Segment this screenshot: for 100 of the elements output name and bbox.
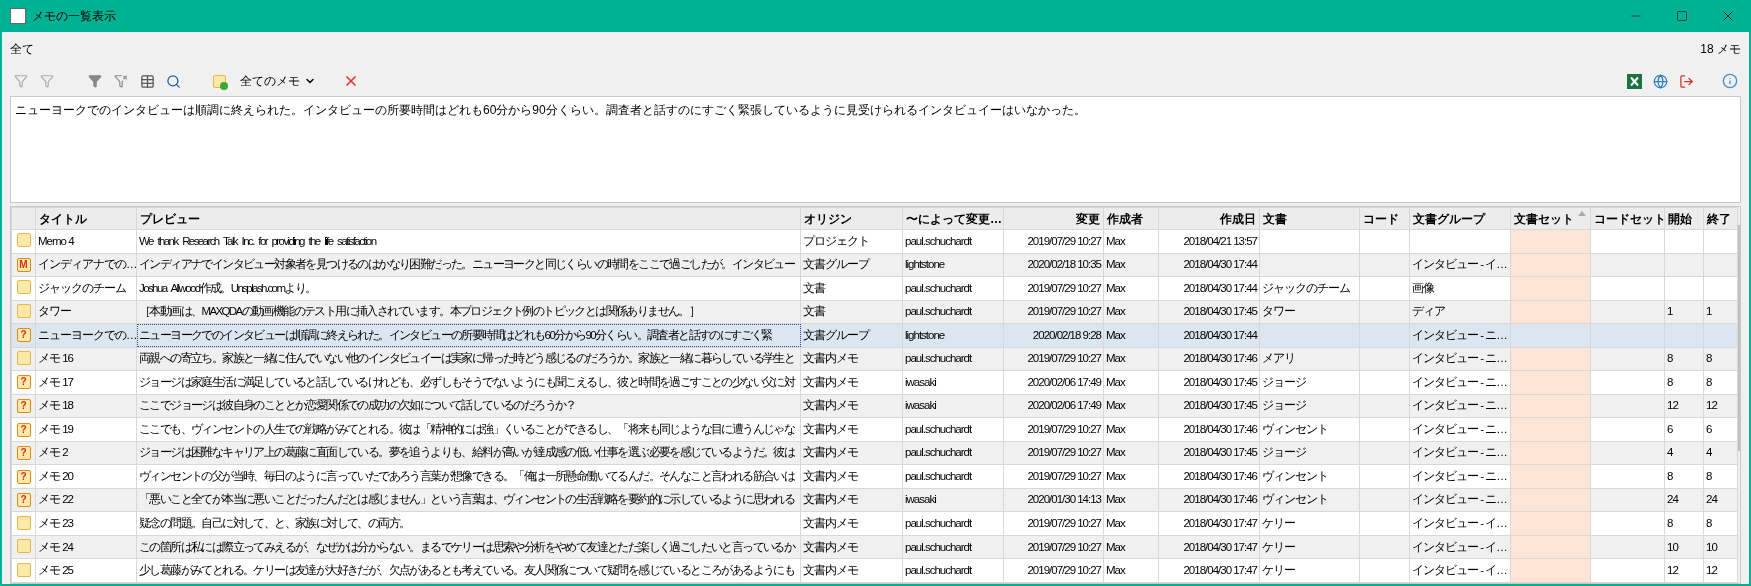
table-cell: メモ 19	[38, 422, 73, 435]
table-row[interactable]: ? メモ 20 ヴィンセントの父が当時、毎日のように言っていたであろう言葉が想像できる。「俺は一所懸命働いてるんだ。そんなこと言われる筋合いは 文書内メモ paul.schuchardt 2019/07/29 10:27 Max 2018/04/30 17:46 ヴィンセント インタビュー - ニ… 8 8	[11, 464, 1738, 489]
table-row[interactable]: M インディアナでの… インディアナでインタビュー対象者を見つけるのはかなり困難だった。ニューヨークと同じくらいの時間をここで過ごしたが。インタビュー 文書グループ lightstone 2020/02/18 10:35 Max 2018/04/30 17:44 インタビュー - イ…	[11, 253, 1738, 277]
column-header[interactable]: 文書グループ	[1409, 207, 1511, 230]
memo-icon: ?	[16, 469, 31, 484]
table-cell: メモ 22	[38, 493, 73, 506]
table-cell: paul.schuchardt	[905, 446, 972, 459]
table-cell: ジョージは困難なキャリア上の葛藤に直面している。夢を追うよりも、給料が高いが達成感の低い仕事を選ぶ必要を感じているようだ。彼は	[139, 446, 795, 459]
table-cell: lightstone	[905, 258, 945, 271]
table-cell: 2018/04/30 17:47	[1183, 540, 1257, 553]
table-row[interactable]: タワー ［本動画は、MAXQDAの動画機能のテスト用に挿入されています。本プロジェクト例のトピックとは関係ありません。］ 文書 paul.schuchardt 2019/07/29 10:27 Max 2018/04/30 17:45 タワー ディア 1 1	[11, 300, 1738, 324]
table-cell: ジョージ	[1262, 446, 1306, 459]
table-cell: ディア	[1412, 305, 1445, 318]
table-cell: 2020/02/06 17:49	[1027, 399, 1101, 412]
table-cell: paul.schuchardt	[905, 564, 972, 577]
table-cell: 少し葛藤がみてとれる。ケリーは友達が大好きだが、欠点があるとも考えている。友人関係について疑問を感じているところがあるようにも	[139, 564, 795, 577]
table-cell: 文書内メモ	[803, 517, 858, 529]
table-cell: 2019/07/29 10:27	[1027, 469, 1101, 482]
column-header[interactable]: 作成者	[1103, 207, 1159, 230]
memo-filter-dropdown[interactable]: 全てのメモ	[236, 70, 320, 92]
table-cell: メモ 25	[38, 564, 73, 577]
table-cell: 6	[1667, 422, 1673, 435]
table-cell: メモ 16	[38, 352, 73, 365]
table-cell: 文書内メモ	[803, 540, 858, 553]
table-cell: 8	[1706, 375, 1712, 388]
column-header[interactable]: 変更	[1003, 207, 1104, 230]
table-cell: 8	[1667, 352, 1673, 365]
table-row[interactable]: ジャックのチーム Joshua Allwood作成。Unsplash.comより。 文書 paul.schuchardt 2019/07/29 10:27 Max 2018/04/30 17:44 ジャックのチーム 画像	[11, 276, 1738, 301]
table-cell: 24	[1706, 493, 1717, 506]
table-cell: 文書グループ	[803, 258, 869, 271]
column-header[interactable]: 文書セット	[1510, 207, 1591, 230]
table-cell: 文書内メモ	[803, 493, 858, 506]
memo-icon: M	[16, 257, 31, 272]
table-cell: 12	[1667, 564, 1678, 577]
table-cell: メモ 23	[38, 517, 73, 529]
table-cell: インタビュー - イ…	[1412, 564, 1507, 577]
table-cell: Max	[1106, 352, 1125, 365]
table-row[interactable]: メモ 23 疑念の問題。自己に対して、と、家族に対して、の両方。 文書内メモ paul.schuchardt 2019/07/29 10:27 Max 2018/04/30 17:47 ケリー インタビュー - イ… 8 8	[11, 511, 1738, 536]
table-row[interactable]: メモ 25 少し葛藤がみてとれる。ケリーは友達が大好きだが、欠点があるとも考えている。友人関係について疑問を感じているところがあるようにも 文書内メモ paul.schuchardt 2019/07/29 10:27 Max 2018/04/30 17:47 ケリー インタビュー - イ… 12 12	[11, 558, 1738, 583]
table-cell: 2019/07/29 10:27	[1027, 446, 1101, 459]
table-row[interactable]: ? メモ 2 ジョージは困難なキャリア上の葛藤に直面している。夢を追うよりも、給料が高いが達成感の低い仕事を選ぶ必要を感じているようだ。彼は 文書内メモ paul.schuchardt 2019/07/29 10:27 Max 2018/04/30 17:45 ジョージ インタビュー - ニ… 4 4	[11, 441, 1738, 465]
table-cell: ここでも、ヴィンセントの人生での戦略がみてとれる。彼は「精神的には強」くいることができるし、「将来も同じような目に遭うんじゃな	[139, 422, 795, 435]
table-row[interactable]: ? ニューヨークでの… ニューヨークでのインタビューは順調に終えられた。インタビューの所要時間はどれも60分から90分くらい。調査者と話すのにすごく緊 文書グループ lightstone 2020/02/18 9:28 Max 2018/04/30 17:44 インタビュー - ニ…	[11, 323, 1738, 348]
table-cell: 文書内メモ	[803, 446, 858, 459]
table-row[interactable]: メモ 24 この箇所は私には際立ってみえるが、なぜかは分からない。まるでケリーは思索や分析をやめて友達とただ楽しく過ごしたいと言っているか 文書内メモ paul.schuchardt 2019/07/29 10:27 Max 2018/04/30 17:47 ケリー インタビュー - イ… 10 10	[11, 535, 1738, 559]
column-header[interactable]: 〜によって変更…	[902, 207, 1004, 230]
table-cell: インタビュー - イ…	[1412, 540, 1507, 553]
column-header[interactable]: コード	[1359, 207, 1410, 230]
table-cell: iwasaki	[905, 493, 936, 506]
column-header[interactable]: タイトル	[35, 207, 137, 230]
table-cell: インタビュー - ニ…	[1412, 375, 1507, 388]
table-cell: 12	[1706, 564, 1717, 577]
table-cell: 2019/07/29 10:27	[1027, 352, 1101, 365]
memo-text-area[interactable]: ニューヨークでのインタビューは順調に終えられた。インタビューの所要時間はどれも60分から90分くらい。調査者と話すのにすごく緊張しているように見受けられるインタビュイーはいなかった。	[10, 96, 1741, 203]
table-row[interactable]: メモ 16 両親への寄立ち。家族と一緒に住んでいない他のインタビュイーは実家に帰った時どう感じるのだろうか。家族と一緒に暮らしている学生と 文書内メモ paul.schuchardt 2019/07/29 10:27 Max 2018/04/30 17:46 メアリ インタビュー - ニ… 8 8	[11, 347, 1738, 371]
table-cell: 2018/04/30 17:46	[1183, 469, 1257, 482]
column-header[interactable]: オリジン	[800, 207, 903, 230]
table-cell: paul.schuchardt	[905, 305, 972, 318]
column-header[interactable]: プレビュー	[136, 207, 801, 230]
table-cell: 2019/07/29 10:27	[1027, 540, 1101, 553]
table-cell: iwasaki	[905, 375, 936, 388]
table-cell: 8	[1667, 375, 1673, 388]
memo-icon: ?	[16, 399, 31, 413]
table-cell: 2020/02/18 10:35	[1027, 258, 1101, 271]
table-cell: 「悪いこと全てが本当に悪いことだったんだとは感じません」という言葉は、ヴィンセントの生活戦略を要約的に示しているように思われる	[139, 493, 795, 506]
table-cell: ジャックのチーム	[38, 281, 126, 294]
table-cell: 8	[1667, 517, 1673, 529]
table-cell: Max	[1106, 493, 1125, 506]
table-cell: 6	[1706, 422, 1712, 435]
table-cell: メモ 24	[38, 540, 73, 553]
column-header[interactable]: コードセット	[1590, 207, 1665, 230]
table-cell: 2018/04/30 17:44	[1183, 281, 1257, 294]
table-cell: インタビュー - ニ…	[1412, 328, 1507, 341]
table-cell: 2018/04/30 17:46	[1183, 493, 1257, 506]
table-cell: 2018/04/30 17:44	[1183, 258, 1257, 271]
table-cell: プロジェクト	[803, 234, 869, 247]
table-cell: Joshua Allwood作成。Unsplash.comより。	[139, 281, 316, 294]
table-row[interactable]: ? メモ 18 ここでジョージは彼自身のこととか恋愛関係での成功の欠如について話しているのだろうか？ 文書内メモ iwasaki 2020/02/06 17:49 Max 2018/04/30 17:45 ジョージ インタビュー - ニ… 12 12	[11, 394, 1738, 418]
table-cell: 1	[1706, 305, 1712, 318]
table-cell: Max	[1106, 375, 1125, 388]
table-cell: メアリ	[1262, 352, 1295, 365]
table-cell: 2018/04/30 17:45	[1183, 399, 1257, 412]
column-header[interactable]: 終了	[1703, 207, 1738, 230]
table-cell: 文書内メモ	[803, 375, 858, 388]
window-title: メモの一覧表示	[32, 8, 116, 25]
table-cell: 4	[1706, 446, 1712, 459]
table-row[interactable]: ? メモ 17 ジョージは家庭生活に満足していると話しているけれども、必ずしもそうでないようにも聞こえるし、彼と時間を過ごすことの少ない父に対 文書内メモ iwasaki 2020/02/06 17:49 Max 2018/04/30 17:45 ジョージ インタビュー - ニ… 8 8	[11, 370, 1738, 395]
table-cell: ここでジョージは彼自身のこととか恋愛関係での成功の欠如について話しているのだろうか？	[139, 399, 576, 412]
column-header[interactable]: 作成日	[1158, 207, 1260, 230]
table-row[interactable]: Memo 4 We thank Research Talk Inc. for providing the life satisfaction プロジェクト paul.schuchardt 2019/07/29 10:27 Max 2018/04/21 13:57	[11, 229, 1738, 254]
table-cell: Max	[1106, 305, 1125, 318]
column-header[interactable]: 開始	[1664, 207, 1704, 230]
table-cell: タワー	[38, 305, 71, 318]
column-header[interactable]: 文書	[1259, 207, 1360, 230]
table-cell: ジョージ	[1262, 399, 1306, 412]
table-row[interactable]: ? メモ 19 ここでも、ヴィンセントの人生での戦略がみてとれる。彼は「精神的には強」くいることができるし、「将来も同じような目に遭うんじゃな 文書内メモ paul.schuchardt 2019/07/29 10:27 Max 2018/04/30 17:46 ヴィンセント インタビュー - ニ… 6 6	[11, 417, 1738, 442]
table-cell: インタビュー - ニ…	[1412, 422, 1507, 435]
table-cell: 8	[1706, 352, 1712, 365]
table-row[interactable]: ? メモ 22 「悪いこと全てが本当に悪いことだったんだとは感じません」という言葉は、ヴィンセントの生活戦略を要約的に示しているように思われる 文書内メモ iwasaki 2020/01/30 14:13 Max 2018/04/30 17:46 ヴィンセント インタビュー - ニ… 24 24	[11, 488, 1738, 512]
table-cell: ヴィンセント	[1262, 422, 1328, 435]
